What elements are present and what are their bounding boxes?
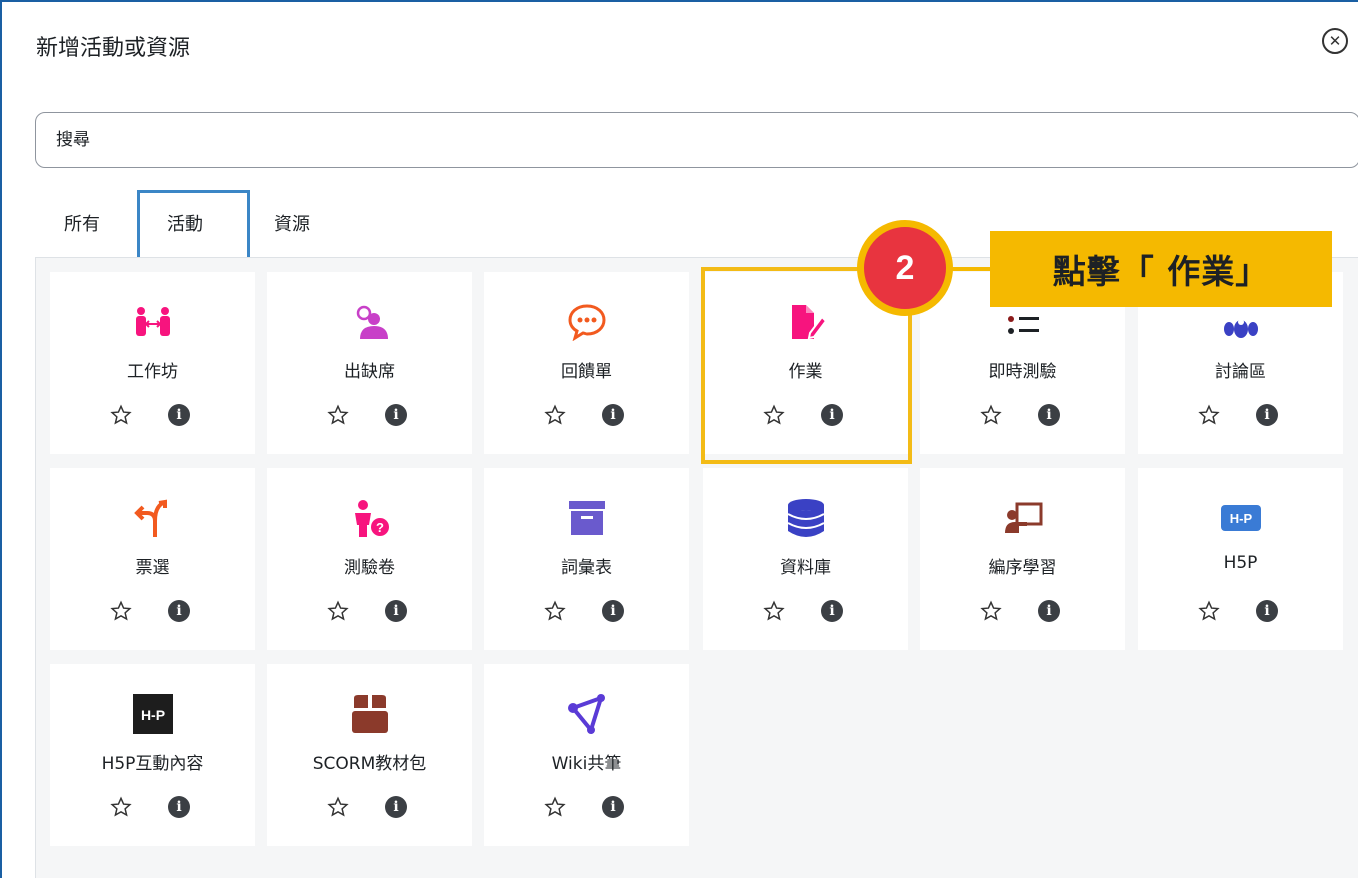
activity-card-attendance[interactable]: 出缺席 i (267, 272, 472, 454)
star-icon[interactable] (325, 794, 351, 820)
star-icon[interactable] (978, 402, 1004, 428)
wiki-icon (567, 694, 607, 734)
info-icon[interactable]: i (602, 796, 624, 818)
info-icon[interactable]: i (168, 600, 190, 622)
info-icon[interactable]: i (385, 404, 407, 426)
info-icon[interactable]: i (602, 600, 624, 622)
svg-text:?: ? (376, 520, 384, 535)
choice-icon (133, 498, 173, 538)
activity-label: 資料庫 (780, 558, 831, 578)
star-icon[interactable] (542, 598, 568, 624)
info-icon[interactable]: i (1256, 600, 1278, 622)
info-icon[interactable]: i (168, 796, 190, 818)
activity-label: H5P (1223, 553, 1258, 573)
activity-card-feedback[interactable]: 回饋單 i (484, 272, 689, 454)
activity-label: 即時測驗 (988, 362, 1057, 382)
activity-label: 編序學習 (988, 558, 1057, 578)
info-icon[interactable]: i (385, 600, 407, 622)
tab-all[interactable]: 所有 (64, 210, 100, 236)
quiz-list-icon (1003, 302, 1043, 342)
h5p-interactive-icon: H-P (132, 694, 173, 734)
info-icon[interactable]: i (821, 600, 843, 622)
lesson-icon (1003, 498, 1043, 538)
activity-card-database[interactable]: 資料庫 i (703, 468, 908, 650)
activity-label: 討論區 (1215, 362, 1266, 382)
activity-label: 出缺席 (344, 362, 395, 382)
activity-card-glossary[interactable]: 詞彙表 i (484, 468, 689, 650)
star-icon[interactable] (325, 598, 351, 624)
info-icon[interactable]: i (602, 404, 624, 426)
step-number-badge: 2 (857, 220, 953, 316)
tab-resources[interactable]: 資源 (274, 210, 310, 236)
active-tab-highlight (137, 190, 250, 264)
svg-text:H-P: H-P (1229, 511, 1252, 526)
close-icon[interactable]: ✕ (1322, 28, 1348, 54)
scorm-package-icon (350, 694, 390, 734)
activity-label: 票選 (135, 558, 170, 578)
feedback-icon (567, 302, 607, 342)
h5p-icon: H-P (1220, 498, 1261, 538)
activity-card-h5p-interactive[interactable]: H-P H5P互動內容 i (50, 664, 255, 846)
star-icon[interactable] (108, 402, 134, 428)
star-icon[interactable] (542, 402, 568, 428)
star-icon[interactable] (108, 598, 134, 624)
activity-card-wiki[interactable]: Wiki共筆 i (484, 664, 689, 846)
instruction-callout: 點擊「 作業」 (990, 231, 1332, 307)
forum-icon (1221, 302, 1261, 342)
activity-label: H5P互動內容 (101, 754, 204, 774)
activity-label: Wiki共筆 (551, 754, 622, 774)
search-input[interactable] (35, 112, 1358, 168)
star-icon[interactable] (978, 598, 1004, 624)
info-icon[interactable]: i (168, 404, 190, 426)
activity-label: 測驗卷 (344, 558, 395, 578)
activity-label: SCORM教材包 (312, 754, 427, 774)
activity-card-workshop[interactable]: 工作坊 i (50, 272, 255, 454)
star-icon[interactable] (325, 402, 351, 428)
info-icon[interactable]: i (385, 796, 407, 818)
activity-card-lesson[interactable]: 編序學習 i (920, 468, 1125, 650)
attendance-icon (350, 302, 390, 342)
activity-card-choice[interactable]: 票選 i (50, 468, 255, 650)
activity-label: 工作坊 (127, 362, 178, 382)
modal-title: 新增活動或資源 (36, 36, 191, 61)
activity-card-scorm[interactable]: SCORM教材包 i (267, 664, 472, 846)
activity-card-quiz[interactable]: ? 測驗卷 i (267, 468, 472, 650)
svg-text:H-P: H-P (140, 707, 164, 723)
star-icon[interactable] (761, 598, 787, 624)
database-icon (786, 498, 826, 538)
activity-card-h5p[interactable]: H-P H5P i (1138, 468, 1343, 650)
activity-label: 回饋單 (561, 362, 612, 382)
glossary-icon (567, 498, 607, 538)
info-icon[interactable]: i (1256, 404, 1278, 426)
modal-dialog: 新增活動或資源 ✕ 所有 活動 資源 工作坊 i 出缺席 i 回饋單 i 作業 (0, 0, 1358, 878)
workshop-icon (133, 302, 173, 342)
star-icon[interactable] (1196, 598, 1222, 624)
callout-connector (950, 267, 992, 271)
star-icon[interactable] (1196, 402, 1222, 428)
info-icon[interactable]: i (1038, 404, 1060, 426)
star-icon[interactable] (542, 794, 568, 820)
info-icon[interactable]: i (1038, 600, 1060, 622)
activity-label: 詞彙表 (561, 558, 612, 578)
star-icon[interactable] (108, 794, 134, 820)
quiz-icon: ? (350, 498, 390, 538)
